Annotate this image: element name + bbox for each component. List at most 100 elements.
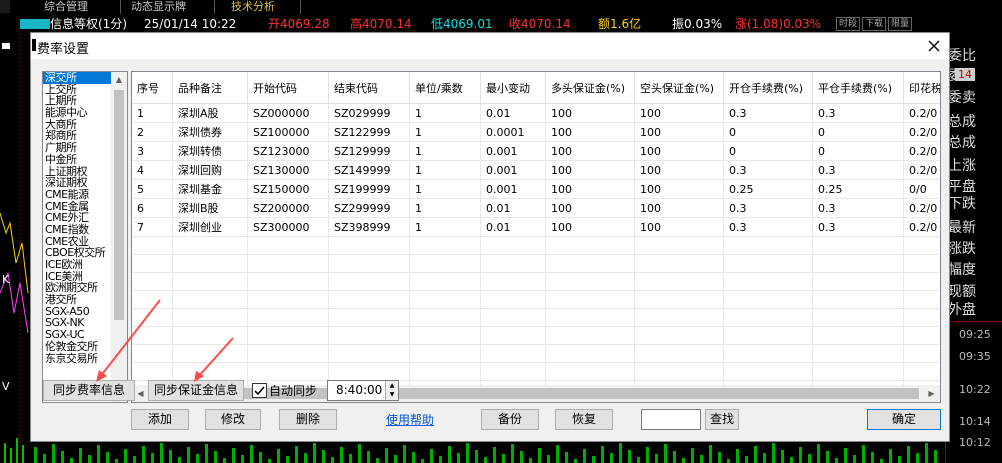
table-cell: 0.01 bbox=[480, 103, 546, 123]
table-row[interactable]: 1 深圳A股 SZ000000 SZ029999 1 0.01 100 100 0.3 0.3 0.… bbox=[132, 103, 940, 123]
empty-cell bbox=[247, 272, 329, 291]
backup-button[interactable]: 备份 bbox=[481, 409, 539, 430]
empty-cell bbox=[545, 308, 635, 327]
fee-settings-dialog: 费率设置 深交所 上交所 上期所 能源中心 大商所 郑商所 广期所 中金所 上证期权 深证期权 CM… bbox=[30, 32, 950, 442]
table-row[interactable]: 5 深圳基金 SZ150000 SZ199999 1 0.001 100 100 0.25 0.2… bbox=[132, 179, 940, 199]
empty-cell bbox=[545, 290, 635, 309]
spin-down-icon[interactable]: ▼ bbox=[386, 390, 398, 399]
table-row[interactable]: 6 深圳B股 SZ200000 SZ299999 1 0.01 100 100 0.3 0.3 0.… bbox=[132, 198, 940, 218]
volume-bar bbox=[547, 455, 550, 463]
limit-button[interactable]: 限量 bbox=[888, 17, 913, 31]
empty-cell bbox=[812, 362, 904, 381]
empty-cell bbox=[812, 236, 904, 255]
label-外盘: 外盘 bbox=[948, 302, 976, 318]
volume-bar bbox=[934, 450, 937, 463]
column-header[interactable]: 单位/乘数 bbox=[409, 72, 481, 104]
quote-volume: 额1.6亿 bbox=[598, 17, 642, 31]
column-header[interactable]: 空头保证金(%) bbox=[634, 72, 724, 104]
empty-cell bbox=[247, 326, 329, 345]
scroll-thumb[interactable] bbox=[114, 90, 124, 320]
volume-bar bbox=[232, 448, 235, 463]
column-header[interactable]: 品种备注 bbox=[172, 72, 248, 104]
empty-cell bbox=[903, 236, 940, 255]
period-button[interactable]: 时段 bbox=[836, 17, 861, 31]
search-input[interactable] bbox=[641, 409, 701, 430]
table-cell: 0 bbox=[812, 122, 904, 142]
table-cell: 100 bbox=[545, 179, 635, 199]
table-row[interactable]: 2 深圳债券 SZ100000 SZ122999 1 0.0001 100 100 0 0 0.2/… bbox=[132, 122, 940, 142]
sync-time-input[interactable]: 8:40:00 ▲ ▼ bbox=[327, 380, 399, 401]
volume-bar bbox=[790, 457, 793, 463]
table-row[interactable]: 7 深圳创业 SZ300000 SZ398999 1 0.01 100 100 0.3 0.3 0.… bbox=[132, 217, 940, 237]
search-button[interactable]: 查找 bbox=[705, 409, 739, 430]
modify-button[interactable]: 修改 bbox=[205, 409, 261, 430]
table-row[interactable]: 4 深圳回购 SZ130000 SZ149999 1 0.001 100 100 0.3 0.3 0… bbox=[132, 160, 940, 180]
table-cell: SZ029999 bbox=[328, 103, 410, 123]
volume-bar bbox=[781, 450, 784, 463]
ok-button[interactable]: 确定 bbox=[867, 409, 941, 430]
empty-cell bbox=[172, 362, 248, 381]
fee-table[interactable]: 序号 品种备注 开始代码 结束代码 单位/乘数 最小变动 多头保证金(%) 空头保证金(%) 开… bbox=[131, 71, 941, 403]
empty-cell bbox=[634, 344, 724, 363]
volume-bar bbox=[664, 444, 667, 463]
quote-amplitude: 振0.03% bbox=[672, 17, 723, 31]
close-icon[interactable] bbox=[919, 33, 949, 59]
column-header[interactable]: 印花税 bbox=[903, 72, 940, 104]
volume-bar bbox=[871, 452, 874, 463]
table-cell: 0.3 bbox=[723, 103, 813, 123]
sync-fee-button[interactable]: 同步费率信息 bbox=[43, 380, 135, 401]
volume-bar bbox=[322, 450, 325, 463]
volume-bar bbox=[502, 454, 505, 463]
help-link[interactable]: 使用帮助 bbox=[386, 411, 434, 428]
table-cell: 0.25 bbox=[812, 179, 904, 199]
spin-up-icon[interactable]: ▲ bbox=[386, 381, 398, 390]
scroll-up-icon[interactable]: ▲ bbox=[111, 72, 127, 88]
volume-bar bbox=[637, 457, 640, 463]
empty-cell bbox=[172, 326, 248, 345]
column-header[interactable]: 序号 bbox=[132, 72, 173, 104]
table-cell: 0.25 bbox=[723, 179, 813, 199]
empty-cell bbox=[634, 236, 724, 255]
table-cell: SZ000000 bbox=[247, 103, 329, 123]
table-row[interactable]: 3 深圳转债 SZ123000 SZ129999 1 0.001 100 100 0 0 0.2/0 bbox=[132, 141, 940, 161]
column-header[interactable]: 开仓手续费(%) bbox=[723, 72, 813, 104]
volume-bar bbox=[826, 451, 829, 463]
tab-综合管理[interactable]: 综合管理 bbox=[44, 0, 88, 13]
empty-cell bbox=[172, 290, 248, 309]
empty-cell bbox=[409, 236, 481, 255]
time-spinner[interactable]: ▲ ▼ bbox=[385, 381, 398, 400]
volume-bar bbox=[529, 458, 532, 463]
volume-bar bbox=[763, 453, 766, 463]
volume-bar bbox=[187, 447, 190, 463]
exchange-list[interactable]: 深交所 上交所 上期所 能源中心 大商所 郑商所 广期所 中金所 上证期权 深证期权 CME能源 CM… bbox=[42, 71, 128, 403]
label-幅度: 幅度 bbox=[948, 262, 976, 278]
list-scrollbar[interactable]: ▲ ▼ bbox=[111, 72, 127, 402]
column-header[interactable]: 结束代码 bbox=[328, 72, 410, 104]
column-header[interactable]: 平仓手续费(%) bbox=[812, 72, 904, 104]
volume-bar bbox=[655, 454, 658, 463]
volume-bar bbox=[214, 451, 217, 463]
column-header[interactable]: 开始代码 bbox=[247, 72, 329, 104]
auto-sync-checkbox[interactable] bbox=[252, 383, 267, 398]
delete-button[interactable]: 删除 bbox=[279, 409, 337, 430]
table-cell: SZ149999 bbox=[328, 160, 410, 180]
empty-row bbox=[132, 236, 940, 255]
table-cell: 100 bbox=[634, 160, 724, 180]
table-cell: 0.2/0 bbox=[903, 198, 940, 218]
table-cell: 0.2/0 bbox=[903, 217, 940, 237]
scroll-right-icon[interactable]: ▶ bbox=[923, 385, 940, 402]
table-cell: 深圳创业 bbox=[172, 217, 248, 237]
sync-margin-button[interactable]: 同步保证金信息 bbox=[148, 380, 244, 401]
volume-bar bbox=[745, 456, 748, 463]
empty-row bbox=[132, 308, 940, 327]
column-header[interactable]: 多头保证金(%) bbox=[545, 72, 635, 104]
volume-bar bbox=[628, 450, 631, 463]
table-cell: 0.3 bbox=[812, 103, 904, 123]
tab-技术分析[interactable]: 技术分析 bbox=[231, 0, 275, 13]
download-button[interactable]: 下载 bbox=[862, 17, 887, 31]
restore-button[interactable]: 恢复 bbox=[555, 409, 613, 430]
tab-动态显示牌[interactable]: 动态显示牌 bbox=[131, 0, 186, 13]
add-button[interactable]: 添加 bbox=[131, 409, 189, 430]
empty-cell bbox=[812, 326, 904, 345]
column-header[interactable]: 最小变动 bbox=[480, 72, 546, 104]
